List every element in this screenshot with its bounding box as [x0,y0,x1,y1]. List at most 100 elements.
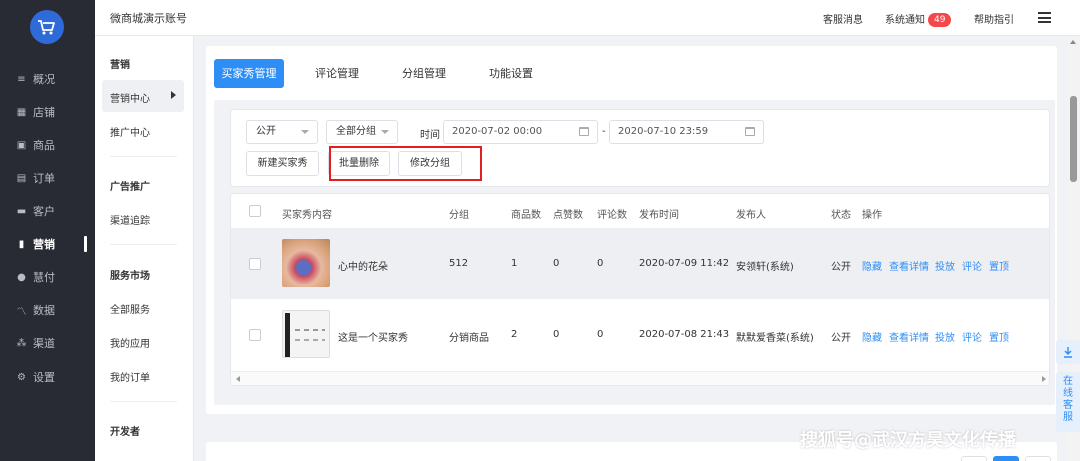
nav-item-order[interactable]: ▤ 订单 [0,167,95,189]
subnav-item-all-services[interactable]: 全部服务 [110,301,150,316]
divider [110,244,177,245]
nav-item-label: 数据 [33,304,55,317]
row-goods: 2 [511,329,518,340]
deliver-link[interactable]: 投放 [935,258,955,273]
nav-item-marketing[interactable]: ▮ 营销 [0,233,95,255]
group-select-value: 全部分组 [336,126,376,137]
nav-item-label: 客户 [33,205,55,218]
scroll-left-icon[interactable] [236,376,240,382]
subnav-section-marketing: 营销 [110,60,130,71]
pin-top-link[interactable]: 置顶 [989,329,1009,344]
service-messages-link[interactable]: 客服消息 [823,11,863,26]
hide-link[interactable]: 隐藏 [862,329,882,344]
visibility-select-value: 公开 [256,126,276,137]
col-header-time: 发布时间 [639,210,679,221]
nav-item-settings[interactable]: ⚙ 设置 [0,366,95,388]
bars-icon: ≡ [17,73,26,85]
table-row: 心中的花朵 512 1 0 0 2020-07-09 11:42 安领轩(系统)… [231,228,1049,299]
content-panel: 公开 全部分组 时间 2020-07-02 00:00 - 2020-07-10… [214,100,1055,405]
tab-settings[interactable]: 功能设置 [476,59,546,88]
calendar-icon [579,127,589,136]
start-date-input[interactable]: 2020-07-02 00:00 [443,120,598,144]
nav-item-data[interactable]: 〽 数据 [0,299,95,321]
top-header: 微商城演示账号 客服消息 系统通知 49 帮助指引 [95,0,1080,36]
nav-item-overview[interactable]: ≡ 概况 [0,68,95,90]
menu-icon[interactable] [1038,12,1051,23]
customer-icon: ▬ [16,205,27,217]
view-details-link[interactable]: 查看详情 [889,258,929,273]
page-current-button[interactable] [993,456,1019,461]
scroll-up-icon[interactable] [1070,40,1076,44]
page-next-button[interactable] [1025,456,1051,461]
row-checkbox[interactable] [249,329,261,341]
product-icon: ▣ [16,139,27,151]
end-date-input[interactable]: 2020-07-10 23:59 [609,120,764,144]
subnav-section-developer: 开发者 [110,427,140,438]
row-comments: 0 [597,258,604,269]
col-header-goods: 商品数 [511,210,541,221]
nav-item-label: 订单 [33,172,55,185]
main-card: 买家秀管理 评论管理 分组管理 功能设置 公开 全部分组 时间 2020-07-… [206,46,1057,414]
account-name: 微商城演示账号 [110,12,187,25]
comment-link[interactable]: 评论 [962,258,982,273]
gear-icon: ⚙ [17,371,26,383]
scroll-right-icon[interactable] [1042,376,1046,382]
tab-groups[interactable]: 分组管理 [389,59,459,88]
flower-thumbnail[interactable] [282,239,330,287]
col-header-actions: 操作 [862,210,882,221]
watermark: 搜狐号@武汉方昊文化传播 [800,430,1016,451]
subnav-item-marketing-center[interactable]: 营销中心 [102,80,184,112]
end-date-value: 2020-07-10 23:59 [618,126,709,137]
group-select[interactable]: 全部分组 [326,120,398,144]
nav-item-pay[interactable]: ● 慧付 [0,266,95,288]
page-prev-button[interactable] [961,456,987,461]
tab-comments[interactable]: 评论管理 [302,59,372,88]
channel-icon: ⁂ [16,337,27,349]
nav-item-label: 营销 [33,238,55,251]
col-header-comments: 评论数 [597,210,627,221]
comment-link[interactable]: 评论 [962,329,982,344]
nav-item-store[interactable]: ▦ 店铺 [0,101,95,123]
row-title[interactable]: 这是一个买家秀 [338,329,408,344]
subnav-item-my-orders[interactable]: 我的订单 [110,369,150,384]
help-guide-link[interactable]: 帮助指引 [974,11,1014,26]
scroll-thumb[interactable] [1070,96,1077,182]
select-all-checkbox[interactable] [249,205,261,217]
hide-link[interactable]: 隐藏 [862,258,882,273]
col-header-content: 买家秀内容 [282,210,332,221]
deliver-link[interactable]: 投放 [935,329,955,344]
subnav-section-service-market: 服务市场 [110,271,150,282]
tab-buyer-show[interactable]: 买家秀管理 [214,59,284,88]
table-row: 这是一个买家秀 分销商品 2 0 0 2020-07-08 21:43 默默爱香… [231,299,1049,370]
subnav-item-promotion[interactable]: 推广中心 [110,124,150,139]
row-goods: 1 [511,258,518,269]
caret-right-icon [171,91,176,99]
online-service-button[interactable]: 在线客服 [1056,372,1080,432]
nav-item-product[interactable]: ▣ 商品 [0,134,95,156]
screenshot-thumbnail[interactable] [282,310,330,358]
visibility-select[interactable]: 公开 [246,120,318,144]
chevron-down-icon [381,130,389,134]
view-details-link[interactable]: 查看详情 [889,329,929,344]
nav-item-label: 渠道 [33,337,55,350]
system-notice-link[interactable]: 系统通知 49 [885,11,952,27]
horizontal-scrollbar[interactable] [231,371,1049,385]
subnav-item-my-apps[interactable]: 我的应用 [110,335,150,350]
start-date-value: 2020-07-02 00:00 [452,126,543,137]
row-status: 公开 [831,262,851,273]
date-separator: - [602,126,606,137]
secondary-sidebar: 营销 营销中心 推广中心 广告推广 渠道追踪 服务市场 全部服务 我的应用 我的… [95,36,194,461]
nav-item-label: 设置 [33,371,55,384]
subnav-item-channel-tracking[interactable]: 渠道追踪 [110,212,150,227]
notice-count-badge: 49 [928,13,952,27]
cart-logo-icon[interactable] [30,10,64,44]
nav-item-channel[interactable]: ⁂ 渠道 [0,332,95,354]
row-title[interactable]: 心中的花朵 [338,258,388,273]
new-buyer-show-button[interactable]: 新建买家秀 [246,151,319,176]
download-button[interactable] [1056,340,1080,364]
pin-top-link[interactable]: 置顶 [989,258,1009,273]
subnav-item-label: 营销中心 [110,94,150,105]
row-checkbox[interactable] [249,258,261,270]
col-header-status: 状态 [831,210,851,221]
nav-item-customer[interactable]: ▬ 客户 [0,200,95,222]
